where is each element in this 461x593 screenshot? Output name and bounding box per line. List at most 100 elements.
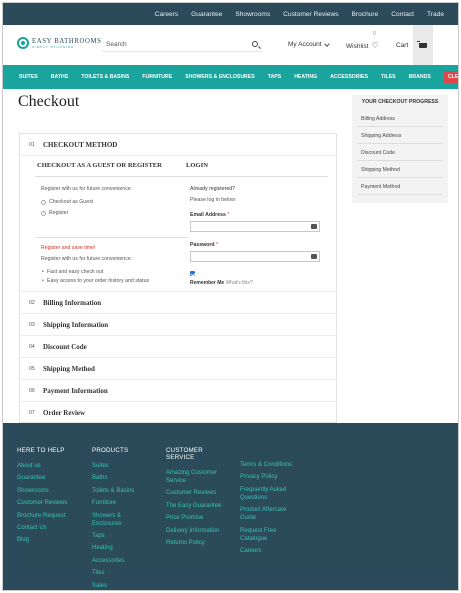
top-link-guarantee[interactable]: Guarantee — [191, 11, 222, 18]
step-title: Billing Information — [43, 298, 102, 307]
login-heading: LOGIN — [186, 162, 208, 169]
email-label: Email Address * — [190, 212, 229, 218]
step-title: Checkout Method — [43, 140, 118, 149]
autofill-key-icon[interactable] — [311, 224, 317, 229]
step-number: 05 — [29, 365, 35, 372]
footer-link[interactable]: Careers — [240, 547, 302, 555]
search-icon[interactable] — [252, 41, 258, 47]
nav-item-tiles[interactable]: TILES — [381, 74, 396, 80]
password-field[interactable] — [190, 251, 320, 262]
step-shipping-method[interactable]: 05 Shipping Method — [20, 358, 338, 380]
footer-link[interactable]: Furniture — [92, 499, 152, 507]
whats-this-link[interactable]: What's this? — [226, 280, 253, 286]
radio-checkout-as-guest[interactable]: Checkout as Guest — [41, 199, 93, 205]
top-link-careers[interactable]: Careers — [155, 11, 178, 18]
email-input[interactable] — [191, 222, 309, 231]
footer-link[interactable]: Returns Policy — [166, 539, 228, 547]
step-payment-information[interactable]: 06 Payment Information — [20, 380, 338, 402]
my-account-menu[interactable]: My Account — [288, 40, 330, 48]
nav-item-taps[interactable]: TAPS — [268, 74, 281, 80]
footer-link[interactable]: Delivery Information — [166, 527, 228, 535]
required-mark: * — [215, 242, 218, 248]
site-header: EASY BATHROOMS SIMPLY STUNNING My Accoun… — [3, 25, 458, 65]
footer-link[interactable]: Brochure Request — [17, 512, 87, 520]
wishlist-link[interactable]: Wishlist ♡ — [346, 42, 379, 50]
my-account-label: My Account — [288, 41, 322, 48]
email-field[interactable] — [190, 221, 320, 232]
footer-link[interactable]: Customer Reviews — [166, 489, 228, 497]
search-input[interactable] — [102, 37, 242, 52]
radio-register[interactable]: Register — [41, 210, 68, 216]
top-link-contact[interactable]: Contact — [391, 11, 414, 18]
step-title: Shipping Method — [43, 364, 95, 373]
step-order-review[interactable]: 07 Order Review — [20, 402, 338, 424]
footer-link[interactable]: Blog — [17, 536, 87, 544]
step-number: 07 — [29, 410, 35, 416]
nav-item-baths[interactable]: BATHS — [51, 74, 68, 80]
footer-link[interactable]: Contact Us — [17, 524, 87, 532]
footer-link[interactable]: Amazing Customer Service — [166, 469, 228, 485]
step-number: 02 — [29, 299, 35, 306]
footer-link[interactable]: The Easy Guarantee — [166, 502, 228, 510]
footer-link[interactable]: Showers & Enclosures — [92, 512, 152, 528]
benefit-item: Easy access to your order history and st… — [42, 278, 149, 284]
top-links: Careers Guarantee Showrooms Customer Rev… — [155, 3, 444, 25]
step-discount-code[interactable]: 04 Discount Code — [20, 336, 338, 358]
footer-link[interactable]: Tiles — [92, 569, 152, 577]
password-input[interactable] — [191, 252, 309, 261]
footer-link[interactable]: Privacy Policy — [240, 473, 302, 481]
guest-intro: Register with us for future convenience: — [41, 186, 133, 192]
footer-link[interactable]: Product Aftercare Guide — [240, 506, 302, 522]
save-time-heading: Register and save time! — [41, 245, 96, 251]
nav-item-clearance[interactable]: CLEARANCE — [443, 71, 458, 83]
autofill-key-icon[interactable] — [311, 254, 317, 259]
wishlist-label: Wishlist — [346, 42, 369, 50]
nav-item-heating[interactable]: HEATING — [294, 74, 317, 80]
footer-link[interactable]: Showrooms — [17, 487, 87, 495]
site-logo[interactable]: EASY BATHROOMS SIMPLY STUNNING — [17, 37, 102, 49]
top-link-trade[interactable]: Trade — [427, 11, 444, 18]
footer-link[interactable]: Toilets & Basins — [92, 487, 152, 495]
top-link-brochure[interactable]: Brochure — [352, 11, 379, 18]
radio-label: Register — [49, 210, 69, 216]
guest-register-section: Register with us for future convenience:… — [35, 176, 188, 292]
nav-item-showers-enclosures[interactable]: SHOWERS & ENCLOSURES — [185, 74, 254, 80]
footer-link[interactable]: Sales — [92, 582, 152, 590]
nav-item-brands[interactable]: BRANDS — [409, 74, 431, 80]
footer-link[interactable]: Accessories — [92, 557, 152, 565]
footer-link[interactable]: Suites — [92, 462, 152, 470]
step-shipping-information[interactable]: 03 Shipping Information — [20, 314, 338, 336]
cart-button[interactable] — [413, 25, 433, 65]
remember-me-label: Remember Me — [190, 280, 225, 286]
radio-circle[interactable] — [41, 199, 46, 205]
top-link-showrooms[interactable]: Showrooms — [235, 11, 270, 18]
benefit-item: Fast and easy check out — [42, 269, 103, 275]
nav-item-accessories[interactable]: ACCESSORIES — [330, 74, 368, 80]
nav-item-toilets-basins[interactable]: TOILETS & BASINS — [81, 74, 129, 80]
footer-heading: CUSTOMER SERVICE — [166, 447, 203, 461]
page-title: Checkout — [18, 93, 80, 110]
nav-item-suites[interactable]: SUITES — [19, 74, 38, 80]
required-mark: * — [227, 212, 230, 218]
footer-link[interactable]: Terms & Conditions — [240, 461, 302, 469]
footer-link[interactable]: Customer Reviews — [17, 499, 87, 507]
heart-icon: ♡ — [371, 41, 379, 50]
footer-link[interactable]: Guarantee — [17, 474, 87, 482]
progress-item: Billing Address — [358, 111, 442, 127]
footer-link[interactable]: Heating — [92, 544, 152, 552]
progress-heading: YOUR CHECKOUT PROGRESS — [361, 99, 439, 105]
remember-me-checkbox[interactable] — [190, 271, 195, 276]
footer-col-customer-service: CUSTOMER SERVICE Amazing Customer Servic… — [166, 447, 228, 551]
top-link-customer-reviews[interactable]: Customer Reviews — [283, 11, 338, 18]
step-billing-information[interactable]: 02 Billing Information — [20, 292, 338, 314]
cart-label[interactable]: Cart — [396, 42, 408, 49]
radio-circle[interactable] — [41, 210, 46, 216]
footer-link[interactable]: About us — [17, 462, 87, 470]
footer-link[interactable]: Request Free Catalogue — [240, 527, 302, 543]
step-checkout-method[interactable]: 01 Checkout Method — [20, 134, 338, 156]
nav-item-furniture[interactable]: FURNITURE — [142, 74, 172, 80]
footer-link[interactable]: Taps — [92, 532, 152, 540]
footer-link[interactable]: Baths — [92, 474, 152, 482]
footer-link[interactable]: Frequently Asked Questions — [240, 486, 302, 502]
footer-link[interactable]: Price Promise — [166, 514, 228, 522]
